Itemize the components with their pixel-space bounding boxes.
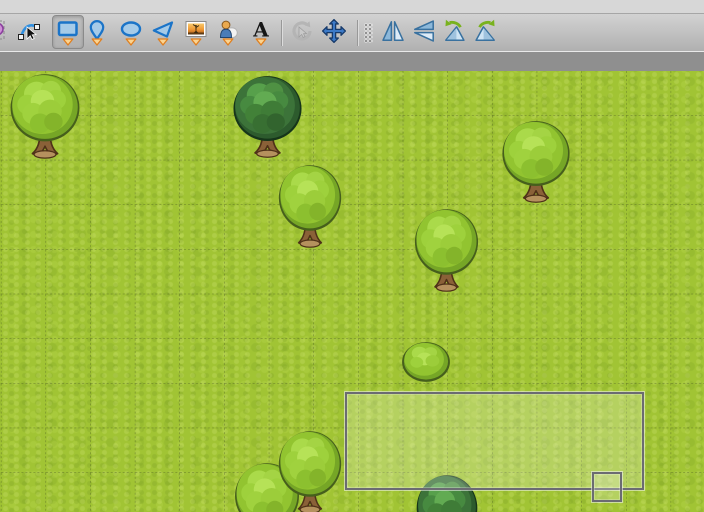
objects-toolbar: A: [0, 14, 704, 52]
insert-text-button[interactable]: A: [245, 15, 277, 49]
select-objects-icon: [0, 20, 5, 40]
dropdown-arrow-icon: [190, 38, 202, 46]
insert-template-button[interactable]: [212, 15, 244, 49]
flip-horizontal-icon: [382, 21, 404, 41]
insert-point-icon: [89, 20, 105, 40]
move-icon: [321, 18, 347, 44]
rotate-disabled-icon: [292, 21, 312, 41]
rotate-right-icon: [475, 19, 495, 41]
drawn-square-object[interactable]: [592, 471, 622, 502]
select-objects-button[interactable]: [0, 15, 10, 49]
flip-horizontal-button[interactable]: [377, 15, 409, 49]
rotate-left-icon: [445, 19, 465, 41]
dropdown-arrow-icon: [157, 38, 169, 46]
menubar-strip: [0, 0, 704, 14]
insert-tile-button[interactable]: [180, 15, 212, 49]
dropdown-arrow-icon: [255, 38, 267, 46]
bush-tree: [402, 342, 450, 382]
edit-polygons-icon: [18, 24, 40, 41]
light-tree: [414, 208, 479, 293]
insert-template-icon: [219, 20, 238, 38]
rotate-left-button[interactable]: [439, 15, 471, 49]
toolbar-separator: [281, 20, 283, 46]
insert-ellipse-icon: [120, 21, 142, 37]
toolbar-drag-handle[interactable]: [364, 23, 373, 43]
dropdown-arrow-icon: [62, 38, 74, 46]
tiled-editor-window: A: [0, 0, 704, 512]
flip-vertical-icon: [414, 20, 434, 42]
insert-text-icon: A: [252, 18, 269, 40]
insert-tile-icon: [185, 21, 207, 37]
toolbar-separator: [357, 20, 359, 46]
insert-point-button[interactable]: [81, 15, 113, 49]
insert-rectangle-icon: [57, 21, 78, 37]
dropdown-arrow-icon: [91, 38, 103, 46]
insert-polygon-button[interactable]: [147, 15, 179, 49]
insert-rectangle-button[interactable]: [52, 15, 84, 49]
dark-tree: [232, 75, 303, 159]
edit-polygons-button[interactable]: [13, 15, 45, 49]
rotate-right-button[interactable]: [469, 15, 501, 49]
map-view-background: [0, 52, 704, 512]
dropdown-arrow-icon: [125, 38, 137, 46]
map-canvas[interactable]: [0, 71, 704, 512]
move-button[interactable]: [318, 15, 350, 49]
light-tree: [9, 73, 81, 159]
rotate-button[interactable]: [286, 15, 318, 49]
insert-polygon-icon: [152, 21, 174, 38]
dropdown-arrow-icon: [222, 38, 234, 46]
flip-vertical-button[interactable]: [408, 15, 440, 49]
insert-ellipse-button[interactable]: [115, 15, 147, 49]
svg-text:A: A: [252, 18, 269, 40]
light-tree: [278, 164, 342, 248]
light-tree: [501, 120, 571, 204]
